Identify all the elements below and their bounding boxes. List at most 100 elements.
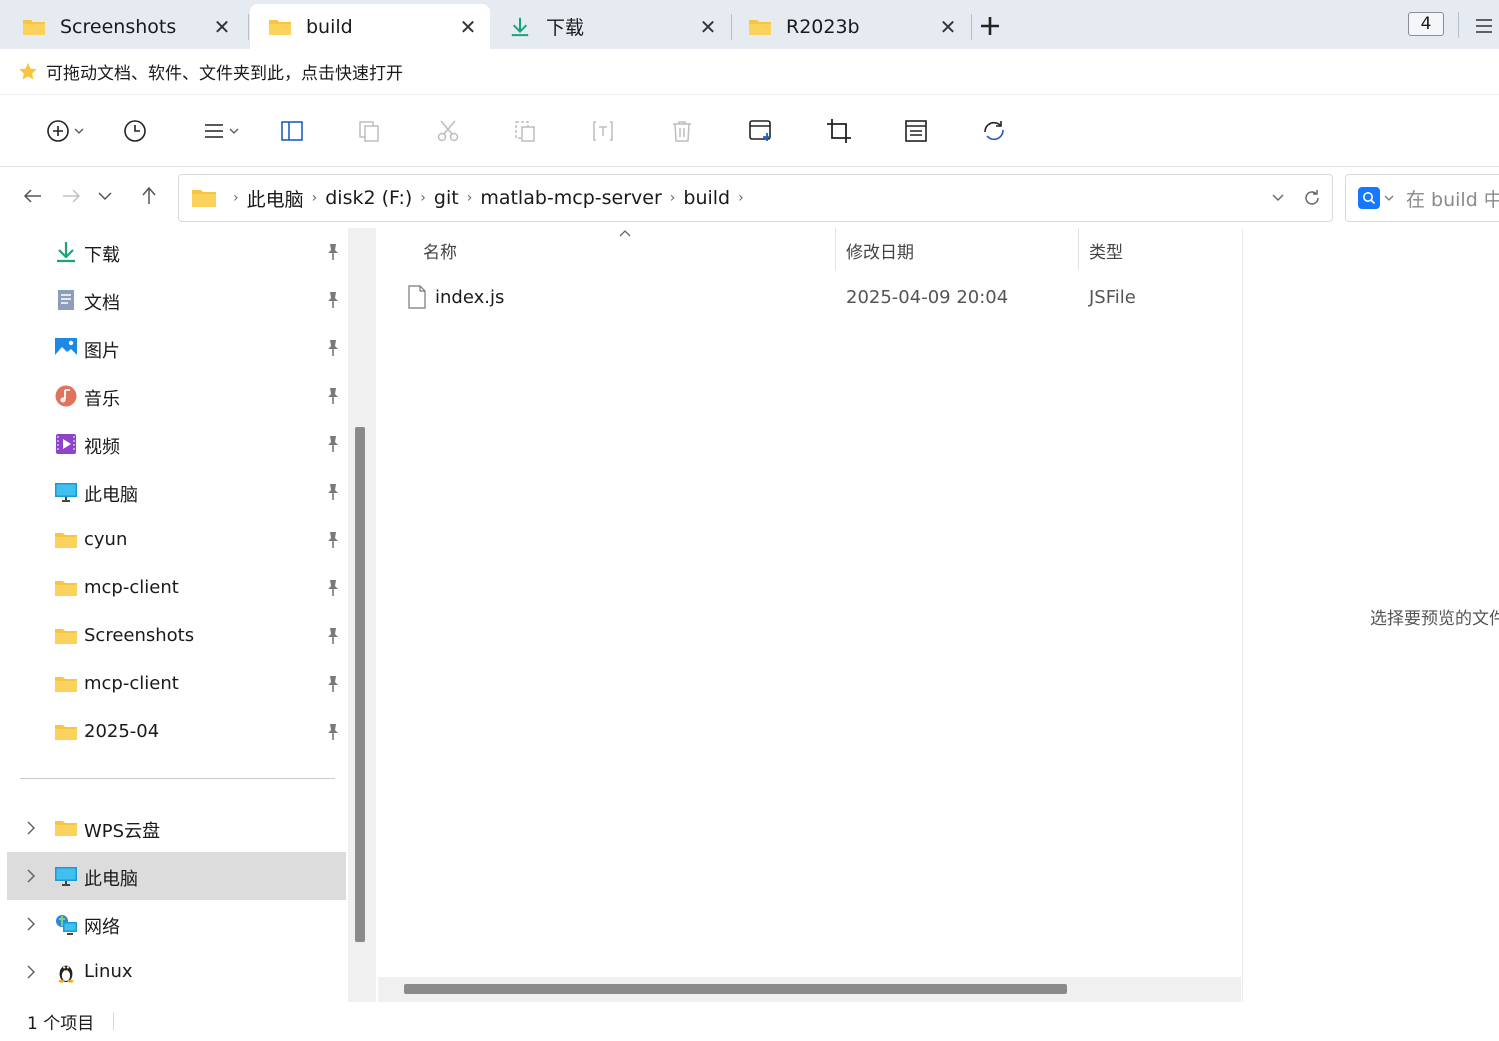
details-pane-button[interactable] [280,113,304,149]
column-header-modified[interactable]: 修改日期 [846,228,914,272]
delete-button[interactable] [670,113,694,149]
pin-icon[interactable] [325,579,341,597]
chevron-right-icon[interactable] [23,914,39,934]
chevron-right-icon[interactable] [23,866,39,886]
history-button[interactable] [123,113,147,149]
new-tab-button[interactable] [976,10,1004,42]
sidebar-item-label: 此电脑 [84,485,138,506]
sidebar-item-linux[interactable]: Linux [7,948,346,996]
sidebar-item-this-pc[interactable]: 此电脑 [7,468,346,516]
status-divider [113,1012,114,1030]
tab-r2023b[interactable]: R2023b ✕ [730,4,970,49]
computer-icon [55,483,77,502]
chevron-right-icon[interactable]: › [738,190,744,206]
pin-icon[interactable] [325,291,341,309]
favorites-bar[interactable]: 可拖动文档、软件、文件夹到此，点击快速打开 [0,49,1499,95]
column-divider[interactable] [1078,228,1079,270]
chevron-down-icon[interactable] [1384,194,1394,202]
sync-button[interactable] [981,113,1007,149]
table-row[interactable]: index.js 2025-04-09 20:04 JSFile [378,280,1243,316]
menu-button[interactable] [1470,12,1498,40]
navigation-pane: 下载 文档 图片 音乐 视频 此电脑 cyun mcp-client Scree [0,228,348,1002]
copy-icon [359,121,379,142]
search-input[interactable]: 在 build 中 [1345,174,1499,222]
close-icon[interactable]: ✕ [208,13,236,41]
tab-count-badge[interactable]: 4 [1408,12,1444,36]
back-button[interactable] [19,182,47,210]
chevron-right-icon[interactable]: › [670,190,676,206]
pin-icon[interactable] [325,339,341,357]
breadcrumb-build[interactable]: build [683,187,730,209]
address-bar[interactable]: › 此电脑 › disk2 (F:) › git › matlab-mcp-se… [178,174,1333,222]
rename-button[interactable] [591,113,615,149]
tab-bar: Screenshots ✕ build ✕ 下载 ✕ R2023b ✕ 4 [0,0,1499,49]
cut-icon [437,120,459,142]
up-button[interactable] [135,182,163,210]
tab-label: 下载 [546,17,585,39]
file-list-scrollbar-thumb[interactable] [404,984,1067,994]
forward-button[interactable] [57,182,85,210]
pin-icon[interactable] [325,627,341,645]
chevron-right-icon[interactable] [23,818,39,838]
properties-button[interactable] [904,113,928,149]
pin-icon[interactable] [325,483,341,501]
sidebar-item-this-pc-tree[interactable]: 此电脑 [7,852,346,900]
chevron-down-icon[interactable] [1272,194,1284,202]
column-header-type[interactable]: 类型 [1089,228,1123,272]
tab-downloads[interactable]: 下载 ✕ [490,4,730,49]
new-button[interactable] [46,113,84,149]
column-header-name[interactable]: 名称 [423,228,457,272]
pin-icon[interactable] [325,723,341,741]
chevron-right-icon[interactable] [23,962,39,982]
sidebar-item-cyun[interactable]: cyun [7,516,346,564]
tab-label: Screenshots [60,15,177,38]
paste-button[interactable] [513,113,537,149]
pin-icon[interactable] [325,531,341,549]
sidebar-item-music[interactable]: 音乐 [7,372,346,420]
file-type: JSFile [1089,287,1136,308]
sidebar-item-label: cyun [84,529,128,550]
pin-icon[interactable] [325,387,341,405]
breadcrumb-git[interactable]: git [434,187,459,209]
sidebar-item-2025-04[interactable]: 2025-04 [7,708,346,756]
sidebar-divider [20,778,335,779]
view-menu-button[interactable] [203,113,239,149]
close-icon[interactable]: ✕ [454,13,482,41]
sidebar-item-mcp-client[interactable]: mcp-client [7,564,346,612]
breadcrumb-this-pc[interactable]: 此电脑 [247,185,304,212]
file-icon [408,285,426,309]
sidebar-item-pictures[interactable]: 图片 [7,324,346,372]
pin-icon[interactable] [325,435,341,453]
sidebar-item-screenshots[interactable]: Screenshots [7,612,346,660]
close-icon[interactable]: ✕ [694,13,722,41]
sidebar-item-label: WPS云盘 [84,821,161,842]
copy-button[interactable] [357,113,381,149]
sidebar-item-label: 2025-04 [84,721,160,742]
crop-button[interactable] [826,113,852,149]
sidebar-item-videos[interactable]: 视频 [7,420,346,468]
pin-icon[interactable] [325,243,341,261]
sidebar-item-network[interactable]: 网络 [7,900,346,948]
breadcrumb-disk2[interactable]: disk2 (F:) [325,187,412,209]
chevron-right-icon[interactable]: › [467,190,473,206]
new-window-button[interactable] [748,113,774,149]
sidebar-scrollbar-thumb[interactable] [355,427,365,942]
sidebar-item-mcp-client-2[interactable]: mcp-client [7,660,346,708]
sidebar-item-documents[interactable]: 文档 [7,276,346,324]
network-icon [56,915,77,935]
search-placeholder: 在 build 中 [1406,188,1499,211]
chevron-right-icon[interactable]: › [312,190,318,206]
sidebar-item-downloads[interactable]: 下载 [7,228,346,276]
chevron-right-icon[interactable]: › [420,190,426,206]
tab-build[interactable]: build ✕ [250,4,490,49]
recent-locations-button[interactable] [91,182,119,210]
column-divider[interactable] [835,228,836,270]
tab-screenshots[interactable]: Screenshots ✕ [4,4,244,49]
pin-icon[interactable] [325,675,341,693]
preview-pane-divider[interactable] [1242,228,1243,1002]
sidebar-item-wps-cloud[interactable]: WPS云盘 [7,804,346,852]
refresh-icon[interactable] [1302,188,1322,208]
close-icon[interactable]: ✕ [934,13,962,41]
breadcrumb-matlab-mcp-server[interactable]: matlab-mcp-server [480,187,661,209]
cut-button[interactable] [436,113,460,149]
